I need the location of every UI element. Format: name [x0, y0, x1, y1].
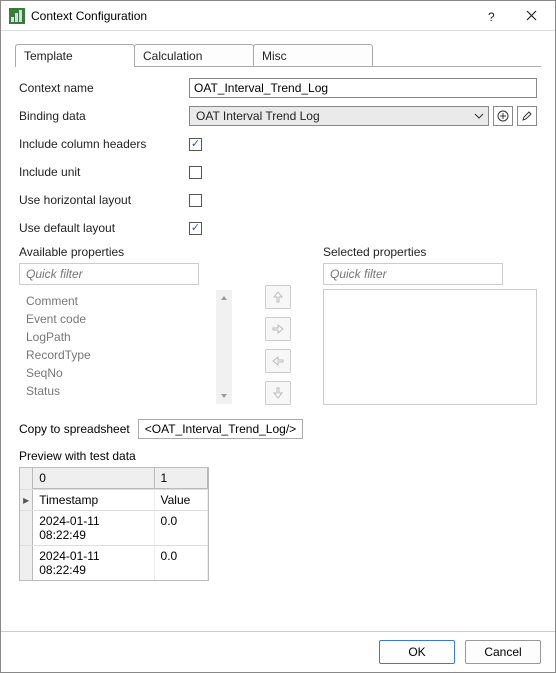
- scroll-down-icon[interactable]: [216, 388, 232, 404]
- list-item[interactable]: Comment: [24, 292, 216, 310]
- table-cell: 2024-01-11 08:22:49: [33, 546, 154, 580]
- binding-data-value: OAT Interval Trend Log: [190, 109, 470, 123]
- list-item[interactable]: Event code: [24, 310, 216, 328]
- context-name-input[interactable]: [189, 78, 537, 98]
- tab-template[interactable]: Template: [15, 44, 135, 67]
- copy-value-text: <OAT_Interval_Trend_Log/>: [145, 422, 296, 436]
- tab-misc[interactable]: Misc: [253, 44, 373, 67]
- list-item[interactable]: Timestamp: [24, 400, 216, 404]
- available-properties-list[interactable]: Comment Event code LogPath RecordType Se…: [19, 289, 233, 405]
- svg-text:?: ?: [488, 10, 495, 23]
- add-binding-button[interactable]: [493, 106, 513, 126]
- tab-label: Misc: [262, 49, 287, 63]
- preview-label: Preview with test data: [19, 449, 537, 463]
- tab-calculation[interactable]: Calculation: [134, 44, 254, 67]
- table-cell: 0.0: [155, 511, 208, 545]
- selected-properties-list[interactable]: [323, 289, 537, 405]
- app-icon: [9, 8, 25, 24]
- selected-quick-filter[interactable]: [323, 263, 503, 285]
- close-button[interactable]: [511, 2, 551, 30]
- selected-properties-title: Selected properties: [323, 245, 537, 259]
- tab-label: Template: [24, 49, 73, 63]
- move-left-button[interactable]: [265, 349, 291, 373]
- table-cell: 0.0: [155, 546, 208, 580]
- move-down-button[interactable]: [265, 381, 291, 405]
- scrollbar[interactable]: [216, 290, 232, 404]
- list-item[interactable]: Status: [24, 382, 216, 400]
- copy-to-spreadsheet-label: Copy to spreadsheet: [19, 422, 130, 436]
- binding-data-label: Binding data: [19, 109, 189, 123]
- list-item[interactable]: LogPath: [24, 328, 216, 346]
- row-indicator: [20, 511, 33, 545]
- use-horizontal-layout-label: Use horizontal layout: [19, 193, 189, 207]
- button-label: OK: [408, 645, 425, 659]
- cancel-button[interactable]: Cancel: [465, 640, 541, 664]
- use-horizontal-layout-checkbox[interactable]: [189, 194, 202, 207]
- chevron-down-icon[interactable]: [470, 107, 488, 125]
- context-name-label: Context name: [19, 81, 189, 95]
- include-column-headers-label: Include column headers: [19, 137, 189, 151]
- edit-binding-button[interactable]: [517, 106, 537, 126]
- available-properties-title: Available properties: [19, 245, 233, 259]
- window-title: Context Configuration: [31, 9, 471, 23]
- help-button[interactable]: ?: [471, 2, 511, 30]
- row-indicator: ▸: [20, 490, 33, 510]
- col-header-0[interactable]: 0: [33, 468, 154, 489]
- include-column-headers-checkbox[interactable]: [189, 138, 202, 151]
- include-unit-checkbox[interactable]: [189, 166, 202, 179]
- row-indicator-header: [20, 468, 33, 489]
- row-indicator: [20, 546, 33, 580]
- use-default-layout-checkbox[interactable]: [189, 222, 202, 235]
- list-item[interactable]: SeqNo: [24, 364, 216, 382]
- binding-data-combo[interactable]: OAT Interval Trend Log: [189, 106, 489, 126]
- use-default-layout-label: Use default layout: [19, 221, 189, 235]
- available-quick-filter[interactable]: [19, 263, 199, 285]
- preview-table: 0 1 ▸ Timestamp Value 2024-01-11 08:22:4…: [19, 467, 209, 581]
- col-header-1[interactable]: 1: [155, 468, 208, 489]
- list-item[interactable]: RecordType: [24, 346, 216, 364]
- scroll-up-icon[interactable]: [216, 290, 232, 306]
- copy-to-spreadsheet-value[interactable]: <OAT_Interval_Trend_Log/>: [138, 419, 303, 439]
- table-cell: Timestamp: [33, 490, 154, 510]
- move-right-button[interactable]: [265, 317, 291, 341]
- button-label: Cancel: [484, 645, 521, 659]
- table-cell: 2024-01-11 08:22:49: [33, 511, 154, 545]
- ok-button[interactable]: OK: [379, 640, 455, 664]
- include-unit-label: Include unit: [19, 165, 189, 179]
- dialog-footer: OK Cancel: [1, 631, 555, 672]
- titlebar: Context Configuration ?: [1, 1, 555, 31]
- tab-bar: Template Calculation Misc: [15, 43, 541, 66]
- table-cell: Value: [155, 490, 208, 510]
- tab-label: Calculation: [143, 49, 202, 63]
- move-up-button[interactable]: [265, 285, 291, 309]
